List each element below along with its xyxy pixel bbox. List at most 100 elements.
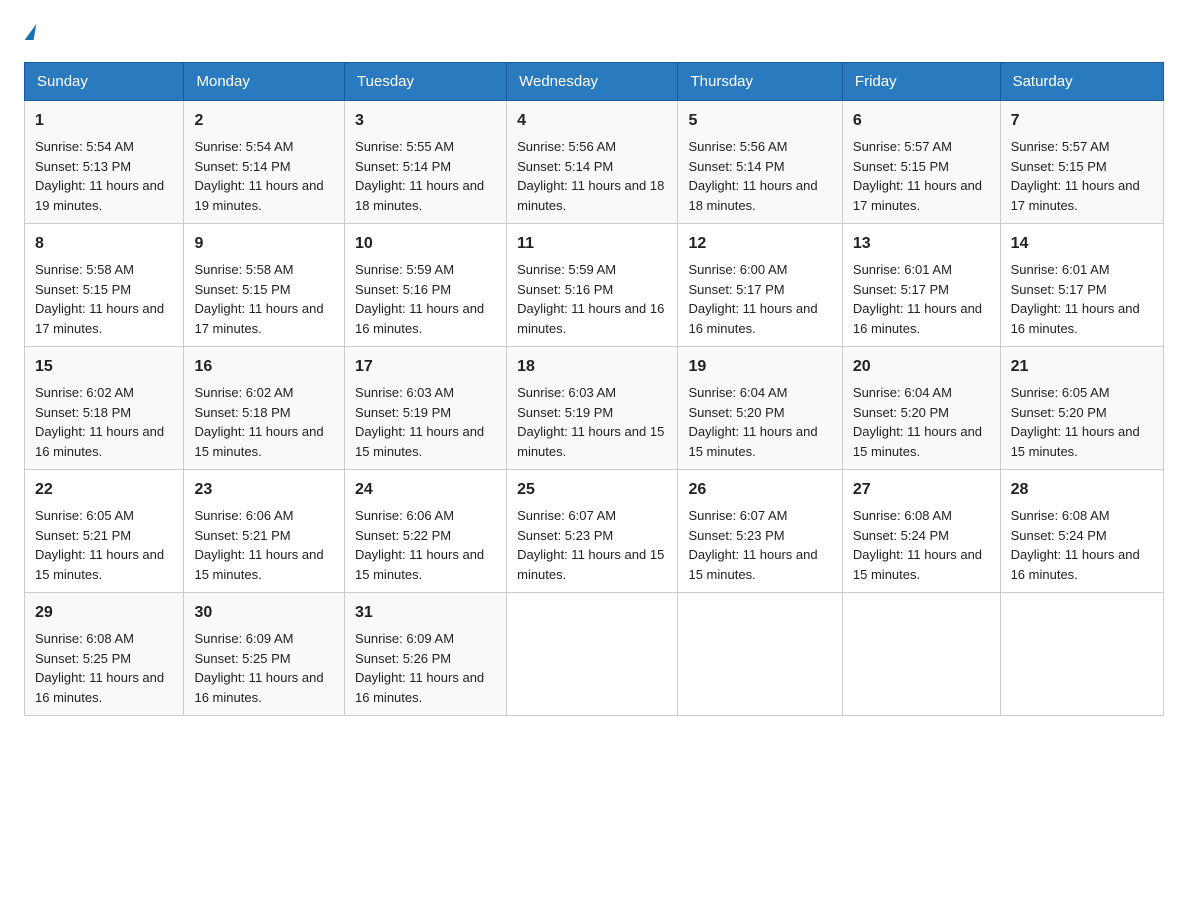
daylight-text: Daylight: 11 hours and 16 minutes. — [688, 299, 831, 338]
sunset-text: Sunset: 5:18 PM — [35, 403, 173, 423]
sunset-text: Sunset: 5:25 PM — [194, 649, 334, 669]
calendar-week-row: 22Sunrise: 6:05 AMSunset: 5:21 PMDayligh… — [25, 470, 1164, 593]
daylight-text: Daylight: 11 hours and 15 minutes. — [688, 545, 831, 584]
daylight-text: Daylight: 11 hours and 17 minutes. — [853, 176, 990, 215]
day-number: 17 — [355, 355, 496, 379]
calendar-cell: 11Sunrise: 5:59 AMSunset: 5:16 PMDayligh… — [507, 224, 678, 347]
calendar-cell: 2Sunrise: 5:54 AMSunset: 5:14 PMDaylight… — [184, 101, 345, 224]
calendar-cell: 9Sunrise: 5:58 AMSunset: 5:15 PMDaylight… — [184, 224, 345, 347]
daylight-text: Daylight: 11 hours and 16 minutes. — [355, 668, 496, 707]
calendar-cell — [842, 593, 1000, 716]
daylight-text: Daylight: 11 hours and 15 minutes. — [194, 422, 334, 461]
sunrise-text: Sunrise: 5:56 AM — [688, 137, 831, 157]
daylight-text: Daylight: 11 hours and 16 minutes. — [1011, 545, 1153, 584]
sunrise-text: Sunrise: 6:01 AM — [853, 260, 990, 280]
calendar-cell: 17Sunrise: 6:03 AMSunset: 5:19 PMDayligh… — [345, 347, 507, 470]
sunset-text: Sunset: 5:15 PM — [35, 280, 173, 300]
sunrise-text: Sunrise: 5:59 AM — [355, 260, 496, 280]
daylight-text: Daylight: 11 hours and 15 minutes. — [517, 545, 667, 584]
sunset-text: Sunset: 5:17 PM — [688, 280, 831, 300]
calendar-cell: 12Sunrise: 6:00 AMSunset: 5:17 PMDayligh… — [678, 224, 842, 347]
day-number: 27 — [853, 478, 990, 502]
weekday-header-wednesday: Wednesday — [507, 63, 678, 101]
calendar-cell: 3Sunrise: 5:55 AMSunset: 5:14 PMDaylight… — [345, 101, 507, 224]
calendar-cell: 22Sunrise: 6:05 AMSunset: 5:21 PMDayligh… — [25, 470, 184, 593]
sunrise-text: Sunrise: 5:58 AM — [35, 260, 173, 280]
sunrise-text: Sunrise: 5:54 AM — [35, 137, 173, 157]
weekday-header-saturday: Saturday — [1000, 63, 1163, 101]
calendar-week-row: 15Sunrise: 6:02 AMSunset: 5:18 PMDayligh… — [25, 347, 1164, 470]
calendar-cell — [678, 593, 842, 716]
calendar-cell: 15Sunrise: 6:02 AMSunset: 5:18 PMDayligh… — [25, 347, 184, 470]
calendar-cell: 18Sunrise: 6:03 AMSunset: 5:19 PMDayligh… — [507, 347, 678, 470]
calendar-cell: 21Sunrise: 6:05 AMSunset: 5:20 PMDayligh… — [1000, 347, 1163, 470]
calendar-cell: 29Sunrise: 6:08 AMSunset: 5:25 PMDayligh… — [25, 593, 184, 716]
sunrise-text: Sunrise: 6:02 AM — [35, 383, 173, 403]
calendar-cell: 5Sunrise: 5:56 AMSunset: 5:14 PMDaylight… — [678, 101, 842, 224]
day-number: 26 — [688, 478, 831, 502]
day-number: 5 — [688, 109, 831, 133]
sunrise-text: Sunrise: 6:08 AM — [853, 506, 990, 526]
daylight-text: Daylight: 11 hours and 18 minutes. — [688, 176, 831, 215]
calendar-cell: 23Sunrise: 6:06 AMSunset: 5:21 PMDayligh… — [184, 470, 345, 593]
sunrise-text: Sunrise: 6:04 AM — [688, 383, 831, 403]
day-number: 11 — [517, 232, 667, 256]
sunset-text: Sunset: 5:24 PM — [853, 526, 990, 546]
sunset-text: Sunset: 5:21 PM — [194, 526, 334, 546]
daylight-text: Daylight: 11 hours and 15 minutes. — [517, 422, 667, 461]
daylight-text: Daylight: 11 hours and 15 minutes. — [194, 545, 334, 584]
day-number: 18 — [517, 355, 667, 379]
sunset-text: Sunset: 5:20 PM — [1011, 403, 1153, 423]
daylight-text: Daylight: 11 hours and 16 minutes. — [1011, 299, 1153, 338]
sunset-text: Sunset: 5:15 PM — [1011, 157, 1153, 177]
sunrise-text: Sunrise: 5:56 AM — [517, 137, 667, 157]
sunset-text: Sunset: 5:14 PM — [194, 157, 334, 177]
calendar-cell: 7Sunrise: 5:57 AMSunset: 5:15 PMDaylight… — [1000, 101, 1163, 224]
sunset-text: Sunset: 5:13 PM — [35, 157, 173, 177]
day-number: 8 — [35, 232, 173, 256]
sunrise-text: Sunrise: 6:09 AM — [355, 629, 496, 649]
day-number: 29 — [35, 601, 173, 625]
daylight-text: Daylight: 11 hours and 15 minutes. — [355, 545, 496, 584]
calendar-cell — [507, 593, 678, 716]
daylight-text: Daylight: 11 hours and 16 minutes. — [517, 299, 667, 338]
daylight-text: Daylight: 11 hours and 16 minutes. — [853, 299, 990, 338]
day-number: 24 — [355, 478, 496, 502]
day-number: 4 — [517, 109, 667, 133]
sunset-text: Sunset: 5:14 PM — [355, 157, 496, 177]
sunset-text: Sunset: 5:20 PM — [688, 403, 831, 423]
day-number: 6 — [853, 109, 990, 133]
sunrise-text: Sunrise: 5:57 AM — [853, 137, 990, 157]
day-number: 10 — [355, 232, 496, 256]
sunrise-text: Sunrise: 6:09 AM — [194, 629, 334, 649]
calendar-header-row: SundayMondayTuesdayWednesdayThursdayFrid… — [25, 63, 1164, 101]
sunrise-text: Sunrise: 6:06 AM — [355, 506, 496, 526]
day-number: 16 — [194, 355, 334, 379]
day-number: 9 — [194, 232, 334, 256]
sunset-text: Sunset: 5:16 PM — [517, 280, 667, 300]
calendar-week-row: 29Sunrise: 6:08 AMSunset: 5:25 PMDayligh… — [25, 593, 1164, 716]
daylight-text: Daylight: 11 hours and 15 minutes. — [853, 422, 990, 461]
daylight-text: Daylight: 11 hours and 17 minutes. — [35, 299, 173, 338]
calendar-cell: 4Sunrise: 5:56 AMSunset: 5:14 PMDaylight… — [507, 101, 678, 224]
day-number: 25 — [517, 478, 667, 502]
sunrise-text: Sunrise: 6:07 AM — [688, 506, 831, 526]
sunset-text: Sunset: 5:21 PM — [35, 526, 173, 546]
sunrise-text: Sunrise: 5:54 AM — [194, 137, 334, 157]
calendar-cell: 13Sunrise: 6:01 AMSunset: 5:17 PMDayligh… — [842, 224, 1000, 347]
calendar-cell: 16Sunrise: 6:02 AMSunset: 5:18 PMDayligh… — [184, 347, 345, 470]
sunset-text: Sunset: 5:19 PM — [517, 403, 667, 423]
calendar-cell — [1000, 593, 1163, 716]
sunrise-text: Sunrise: 6:00 AM — [688, 260, 831, 280]
sunset-text: Sunset: 5:25 PM — [35, 649, 173, 669]
calendar-cell: 14Sunrise: 6:01 AMSunset: 5:17 PMDayligh… — [1000, 224, 1163, 347]
day-number: 28 — [1011, 478, 1153, 502]
calendar-cell: 24Sunrise: 6:06 AMSunset: 5:22 PMDayligh… — [345, 470, 507, 593]
day-number: 14 — [1011, 232, 1153, 256]
page-header — [24, 24, 1164, 42]
sunrise-text: Sunrise: 6:05 AM — [1011, 383, 1153, 403]
calendar-week-row: 8Sunrise: 5:58 AMSunset: 5:15 PMDaylight… — [25, 224, 1164, 347]
sunset-text: Sunset: 5:15 PM — [853, 157, 990, 177]
calendar-cell: 20Sunrise: 6:04 AMSunset: 5:20 PMDayligh… — [842, 347, 1000, 470]
sunset-text: Sunset: 5:20 PM — [853, 403, 990, 423]
